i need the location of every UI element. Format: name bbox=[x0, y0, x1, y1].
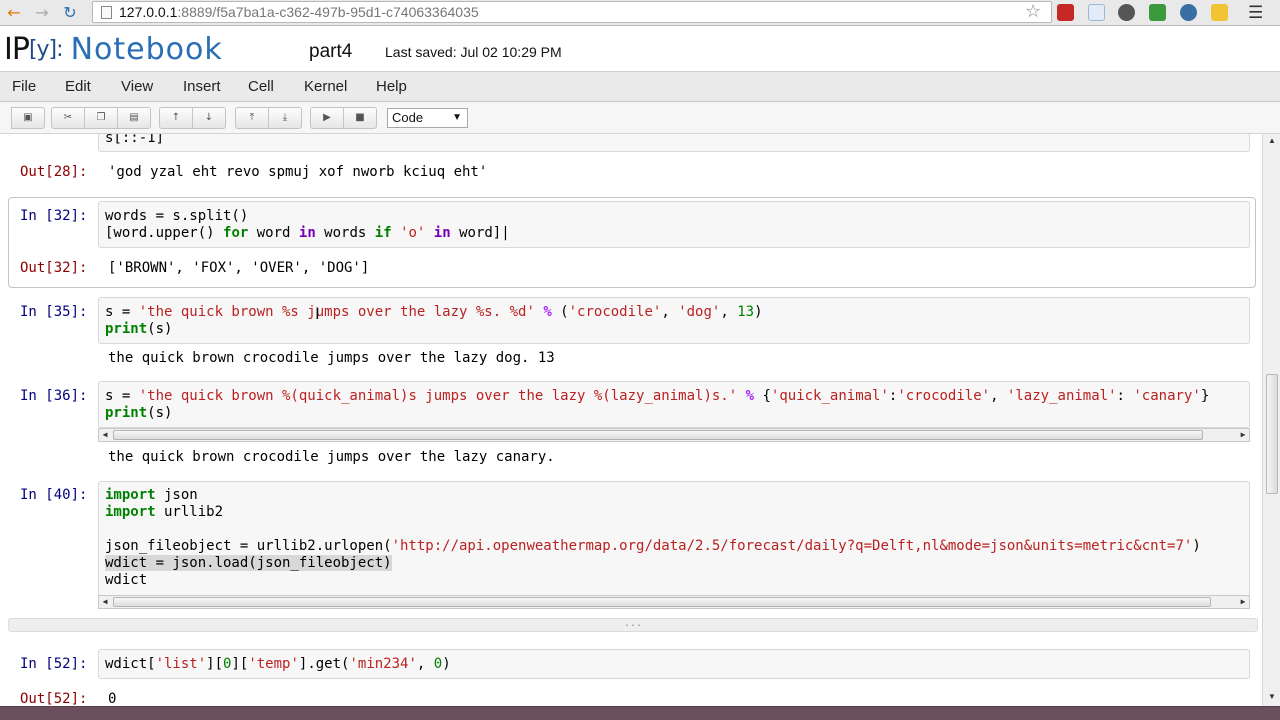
in-prompt-32: In [32]: bbox=[20, 208, 88, 224]
run-icon[interactable]: ▶ bbox=[310, 107, 344, 129]
menu-kernel[interactable]: Kernel bbox=[304, 78, 347, 95]
cut-icon[interactable]: ✂ bbox=[51, 107, 85, 129]
scroll-thumb[interactable] bbox=[113, 597, 1211, 607]
code-line: print(s) bbox=[105, 321, 173, 337]
code-input-36[interactable]: s = 'the quick brown %(quick_animal)s ju… bbox=[98, 381, 1250, 428]
logo-notebook: Notebook bbox=[70, 32, 223, 67]
ipython-logo: IP[y]: Notebook bbox=[4, 32, 223, 67]
folder-icon[interactable] bbox=[1211, 4, 1228, 21]
reload-icon[interactable]: ↻ bbox=[60, 3, 80, 23]
bookmark-star-icon[interactable]: ☆ bbox=[1025, 1, 1041, 22]
scroll-right-icon[interactable]: ▶ bbox=[1238, 430, 1248, 440]
horizontal-scrollbar-36[interactable]: ◀ ▶ bbox=[98, 428, 1250, 442]
stop-icon[interactable]: ■ bbox=[343, 107, 377, 129]
code-input-28[interactable]: s[::-1] bbox=[98, 134, 1250, 152]
horizontal-scrollbar-40[interactable]: ◀ ▶ bbox=[98, 595, 1250, 609]
code-input-40[interactable]: import json import urllib2 json_fileobje… bbox=[98, 481, 1250, 596]
out-prompt-32: Out[32]: bbox=[20, 260, 88, 276]
url-bar[interactable]: 127.0.0.1:8889/f5a7ba1a-c362-497b-95d1-c… bbox=[92, 1, 1052, 23]
code-line: [word.upper() for word in words if 'o' i… bbox=[105, 225, 510, 241]
extension-icon-1[interactable] bbox=[1057, 4, 1074, 21]
menu-file[interactable]: File bbox=[12, 78, 36, 95]
code-line: import json bbox=[105, 487, 198, 503]
code-line: s = 'the quick brown %(quick_animal)s ju… bbox=[105, 388, 1210, 404]
cell-type-value: Code bbox=[392, 110, 424, 125]
extension-icon-3[interactable] bbox=[1118, 4, 1135, 21]
in-prompt-35: In [35]: bbox=[20, 304, 88, 320]
output-28: 'god yzal eht revo spmuj xof nworb kciuq… bbox=[108, 164, 488, 180]
code-line: wdict['list'][0]['temp'].get('min234', 0… bbox=[105, 656, 451, 672]
scroll-thumb[interactable] bbox=[113, 430, 1203, 440]
code-line: import urllib2 bbox=[105, 504, 224, 520]
move-down-icon[interactable]: ↓ bbox=[192, 107, 226, 129]
browser-menu-icon[interactable]: ☰ bbox=[1248, 3, 1264, 23]
logo-ip: IP bbox=[4, 32, 30, 67]
out-prompt-52: Out[52]: bbox=[20, 691, 88, 706]
output-35: the quick brown crocodile jumps over the… bbox=[108, 350, 555, 366]
scroll-left-icon[interactable]: ◀ bbox=[100, 597, 110, 607]
forward-arrow-icon[interactable]: → bbox=[32, 3, 52, 23]
output-52: 0 bbox=[108, 691, 117, 706]
in-prompt-52: In [52]: bbox=[20, 656, 88, 672]
menu-insert[interactable]: Insert bbox=[183, 78, 221, 95]
desktop-strip bbox=[0, 706, 1280, 720]
insert-group: ⤒ ⤓ bbox=[235, 107, 302, 129]
code-line: json_fileobject = urllib2.urlopen('http:… bbox=[105, 538, 1201, 554]
url-path: :8889/f5a7ba1a-c362-497b-95d1-c740633640… bbox=[177, 4, 479, 20]
dropdown-arrow-icon: ▼ bbox=[452, 112, 462, 123]
back-arrow-icon[interactable]: ← bbox=[4, 3, 24, 23]
output-36: the quick brown crocodile jumps over the… bbox=[108, 449, 555, 465]
scroll-down-icon[interactable]: ▼ bbox=[1266, 692, 1278, 701]
vertical-scroll-thumb[interactable] bbox=[1266, 374, 1278, 494]
code-input-52[interactable]: wdict['list'][0]['temp'].get('min234', 0… bbox=[98, 649, 1250, 679]
paste-icon[interactable]: ▤ bbox=[117, 107, 151, 129]
url-host: 127.0.0.1 bbox=[119, 4, 178, 20]
code-line: wdict bbox=[105, 572, 148, 588]
output-32: ['BROWN', 'FOX', 'OVER', 'DOG'] bbox=[108, 260, 370, 276]
code-input-35[interactable]: s = 'the quick brown %s jumps over the l… bbox=[98, 297, 1250, 344]
insert-above-icon[interactable]: ⤒ bbox=[235, 107, 269, 129]
move-group: ↑ ↓ bbox=[159, 107, 226, 129]
menu-view[interactable]: View bbox=[121, 78, 153, 95]
notebook-container: s[::-1] Out[28]: 'god yzal eht revo spmu… bbox=[0, 134, 1262, 706]
logo-bracket: [y]: bbox=[28, 37, 64, 62]
code-line: s[::-1] bbox=[105, 134, 165, 146]
scroll-right-icon[interactable]: ▶ bbox=[1238, 597, 1248, 607]
text-cursor-icon: I bbox=[315, 304, 320, 323]
run-group: ▶ ■ bbox=[310, 107, 377, 129]
in-prompt-40: In [40]: bbox=[20, 487, 88, 503]
page-icon bbox=[101, 6, 112, 19]
notebook-toolbar: ▣ ✂ ❐ ▤ ↑ ↓ ⤒ ⤓ ▶ ■ Code ▼ bbox=[0, 102, 1280, 134]
vertical-scrollbar[interactable]: ▲ ▼ bbox=[1262, 134, 1280, 706]
extension-icon-4[interactable] bbox=[1149, 4, 1166, 21]
extension-icon-2[interactable] bbox=[1088, 4, 1105, 21]
browser-toolbar: ← → ↻ 127.0.0.1:8889/f5a7ba1a-c362-497b-… bbox=[0, 0, 1280, 26]
last-saved-status: Last saved: Jul 02 10:29 PM bbox=[385, 44, 562, 60]
code-line: print(s) bbox=[105, 405, 173, 421]
out-prompt-28: Out[28]: bbox=[20, 164, 88, 180]
notebook-header: IP[y]: Notebook part4 Last saved: Jul 02 … bbox=[0, 27, 1280, 71]
code-line: words = s.split() bbox=[105, 208, 249, 224]
code-line: wdict = json.load(json_fileobject) bbox=[105, 555, 392, 571]
menu-cell[interactable]: Cell bbox=[248, 78, 274, 95]
collapsed-output[interactable]: ... bbox=[8, 618, 1258, 632]
menu-bar: File Edit View Insert Cell Kernel Help bbox=[0, 71, 1280, 102]
extension-icon-5[interactable] bbox=[1180, 4, 1197, 21]
code-input-32[interactable]: words = s.split() [word.upper() for word… bbox=[98, 201, 1250, 248]
insert-below-icon[interactable]: ⤓ bbox=[268, 107, 302, 129]
edit-group: ✂ ❐ ▤ bbox=[51, 107, 151, 129]
move-up-icon[interactable]: ↑ bbox=[159, 107, 193, 129]
save-group: ▣ bbox=[11, 107, 45, 129]
in-prompt-36: In [36]: bbox=[20, 388, 88, 404]
cell-type-select[interactable]: Code ▼ bbox=[387, 108, 468, 128]
menu-edit[interactable]: Edit bbox=[65, 78, 91, 95]
save-icon[interactable]: ▣ bbox=[11, 107, 45, 129]
scroll-up-icon[interactable]: ▲ bbox=[1266, 136, 1278, 145]
copy-icon[interactable]: ❐ bbox=[84, 107, 118, 129]
menu-help[interactable]: Help bbox=[376, 78, 407, 95]
scroll-left-icon[interactable]: ◀ bbox=[100, 430, 110, 440]
code-line: s = 'the quick brown %s jumps over the l… bbox=[105, 304, 763, 320]
notebook-name[interactable]: part4 bbox=[309, 41, 352, 63]
